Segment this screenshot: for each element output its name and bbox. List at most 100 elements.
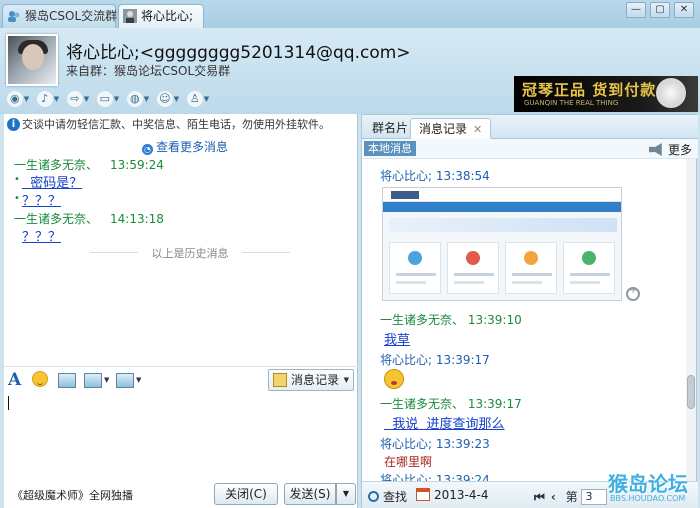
sender-name: 一生诸多无奈、 [380,313,465,327]
more-label: 更多 [667,143,692,157]
input-bottom-bar: 《超级魔术师》全网独播 关闭(C) 发送(S) ▼ [4,480,358,508]
history-scrollbar[interactable] [686,159,696,481]
calendar-icon [416,488,430,501]
find-button[interactable]: 查找 [368,488,407,505]
create-group-button[interactable]: ☺ ▼ [156,89,180,109]
message-header: 一生诸多无奈、 14:13:18 [14,210,164,227]
app-button[interactable]: ◍ ▼ [126,89,150,109]
message-body: ？？？ [22,194,62,209]
message-body: 我说 进度查询那么 [384,417,505,432]
speaker-icon [648,143,662,156]
message-body: ？？？ [22,230,62,245]
history-divider: 以上是历史消息 [90,245,290,260]
sender-name: 将心比心; [380,437,433,451]
date-value: 2013-4-4 [434,488,489,502]
history-icon [273,373,287,387]
history-bottom-bar: 查找 2013-4-4 ⏮ ‹ 第 3 [362,481,698,508]
search-icon [368,491,379,502]
message-body: 密码是？ [22,176,83,191]
emoji-icon [384,369,404,389]
window-controls: — ▢ ✕ [626,2,694,18]
video-call-button[interactable]: ◉ ▼ [6,89,30,109]
history-message-list: 将心比心; 13:38:54 一生诸多无奈、 13:39:10 我草 将心比心;… [362,159,684,481]
camera-icon: ◉ [6,91,23,107]
screenshot-image[interactable] [382,187,622,301]
message-header: 一生诸多无奈、 13:59:24 [14,156,164,173]
screenshot-button[interactable] [58,371,76,389]
prev-page-button[interactable]: ‹ [551,490,556,504]
app-icon: ◍ [126,91,143,107]
message-body: 我草 [384,333,411,348]
scissors-icon [58,372,76,388]
promo-link[interactable]: 《超级魔术师》全网独播 [12,487,133,503]
message-history-button[interactable]: 消息记录 ▼ [268,369,354,391]
tab-csol-group[interactable]: 猴岛CSOL交流群 [2,4,118,28]
send-file-button[interactable]: ⇨ ▼ [66,89,90,109]
microphone-icon: ♪ [36,91,53,107]
contact-avatar-icon [123,9,137,23]
emoji-icon[interactable] [32,371,48,387]
sender-name: 一生诸多无奈、 [14,212,99,226]
message-header: 将心比心; 13:39:17 [380,351,490,368]
bullet: • [14,193,20,204]
file-transfer-icon: ⇨ [66,91,83,107]
message-time: 14:13:18 [110,212,164,226]
voice-call-button[interactable]: ♪ ▼ [36,89,60,109]
more-link-label: 查看更多消息 [156,140,229,154]
header-toolbar: ◉ ▼ ♪ ▼ ⇨ ▼ ▭ ▼ ◍ ▼ ☺ ▼ ♙ ▼ [6,88,210,110]
sender-name: 一生诸多无奈、 [380,397,465,411]
message-header: 将心比心; 13:38:54 [380,167,490,184]
maximize-button[interactable]: ▢ [650,2,670,18]
ad-banner[interactable]: 冠琴正品 货到付款 GUANQIN THE REAL THING [514,76,698,112]
ad-title: 冠琴正品 货到付款 [522,81,657,99]
message-time: 13:39:23 [435,437,490,451]
close-icon[interactable]: ✕ [473,123,482,136]
page-number-input[interactable]: 3 [581,489,608,505]
tab-label: 消息记录 [419,122,468,136]
message-header: 将心比心; 13:39:24 [380,471,490,481]
message-header: 一生诸多无奈、 13:39:10 [380,311,522,328]
send-options-button[interactable]: ▼ [336,483,356,505]
monitor-icon: ▭ [96,91,113,107]
message-time: 13:39:24 [435,473,490,481]
sender-name: 将心比心; [380,353,433,367]
group-icon [8,11,20,22]
close-button[interactable]: 关闭(C) [214,483,278,505]
minimize-button[interactable]: — [626,2,646,18]
font-button[interactable]: A [8,370,21,390]
remote-desktop-button[interactable]: ▭ ▼ [96,89,120,109]
first-page-button[interactable]: ⏮ [534,490,545,505]
message-input[interactable] [4,394,358,476]
send-image-button[interactable]: ▼ [84,371,109,389]
local-messages-tag[interactable]: 本地消息 [364,141,416,156]
sender-name: 将心比心; [380,169,433,183]
message-time: 13:39:17 [435,353,490,367]
side-tabs: 群名片 消息记录 ✕ [362,115,698,139]
message-header: 将心比心; 13:39:23 [380,435,490,452]
message-time: 13:38:54 [435,169,490,183]
message-time: 13:39:10 [467,313,522,327]
avatar[interactable] [6,34,58,86]
image-icon [84,372,102,388]
date-picker-button[interactable]: 2013-4-4 [416,488,488,502]
more-button[interactable]: 更多 [648,141,692,158]
tab-message-history[interactable]: 消息记录 ✕ [410,118,492,139]
tab-group-card[interactable]: 群名片 [364,118,416,139]
send-button[interactable]: 发送(S) [284,483,336,505]
toolbox-icon [116,372,134,388]
find-label: 查找 [383,490,408,504]
tab-label: 猴岛CSOL交流群 [25,9,118,23]
message-time: 13:39:17 [467,397,522,411]
zoom-icon[interactable] [626,285,640,301]
bullet: • [14,174,20,185]
add-friend-button[interactable]: ♙ ▼ [186,89,210,109]
tab-contact[interactable]: 将心比心; [118,4,204,28]
scrollbar-thumb[interactable] [687,375,695,409]
user-add-icon: ♙ [186,91,203,107]
message-body: 在哪里啊 [384,455,433,469]
source-group: 来自群：猴岛论坛CSOL交易群 [66,64,231,78]
more-tools-button[interactable]: ▼ [116,371,141,389]
close-window-button[interactable]: ✕ [674,2,694,18]
chat-header: 将心比心;<gggggggg5201314@qq.com> 来自群：猴岛论坛CS… [0,28,700,114]
view-more-messages-link[interactable]: ◔ 查看更多消息 [142,138,228,155]
